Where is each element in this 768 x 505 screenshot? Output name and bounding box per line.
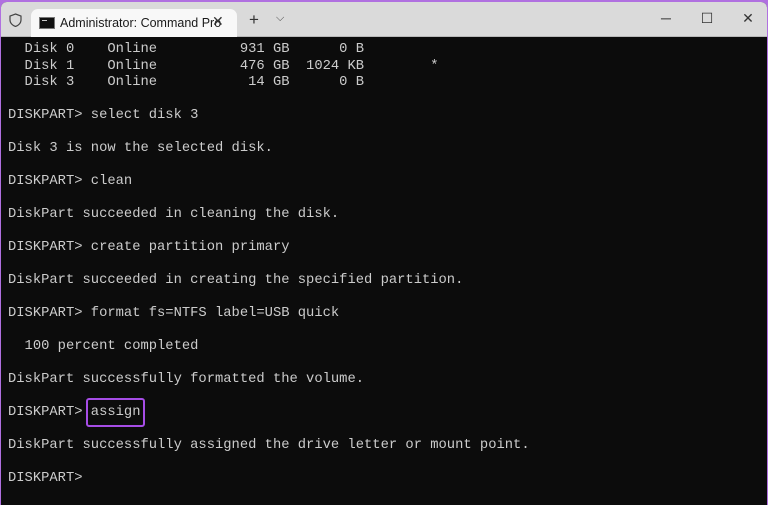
new-tab-button[interactable]: + (249, 10, 259, 30)
highlighted-command: assign (85, 398, 146, 427)
terminal-output[interactable]: Disk 0 Online 931 GB 0 B Disk 1 Online 4… (8, 42, 530, 488)
prompt: DISKPART> (8, 405, 91, 420)
close-tab-icon[interactable]: ✕ (212, 13, 224, 30)
terminal-line: DiskPart successfully assigned the drive… (8, 438, 530, 453)
tab-title: Administrator: Command Pro (60, 16, 222, 30)
terminal-window: Administrator: Command Pro ✕ + ⌵ ─ ☐ ✕ D… (1, 2, 767, 505)
terminal-line: DiskPart successfully formatted the volu… (8, 372, 365, 387)
terminal-line: Disk 3 is now the selected disk. (8, 141, 273, 156)
terminal-line: Disk 1 Online 476 GB 1024 KB * (8, 58, 439, 74)
terminal-line: DiskPart succeeded in cleaning the disk. (8, 207, 340, 222)
minimize-button[interactable]: ─ (656, 10, 676, 26)
tab-command-prompt[interactable]: Administrator: Command Pro ✕ (31, 9, 237, 37)
terminal-icon (39, 17, 55, 29)
terminal-line: 100 percent completed (8, 339, 199, 354)
maximize-button[interactable]: ☐ (697, 10, 717, 27)
title-bar[interactable]: Administrator: Command Pro ✕ + ⌵ ─ ☐ ✕ (1, 2, 767, 37)
chevron-down-icon[interactable]: ⌵ (276, 12, 284, 25)
terminal-line: DISKPART> (8, 471, 91, 486)
close-button[interactable]: ✕ (738, 10, 758, 27)
terminal-line: DISKPART> assign (8, 398, 530, 427)
terminal-line: DiskPart succeeded in creating the speci… (8, 273, 464, 288)
terminal-line: DISKPART> create partition primary (8, 240, 290, 255)
terminal-line: Disk 3 Online 14 GB 0 B (8, 75, 365, 90)
terminal-line: DISKPART> format fs=NTFS label=USB quick (8, 306, 340, 321)
terminal-line: DISKPART> select disk 3 (8, 108, 199, 123)
shield-icon (9, 13, 22, 27)
terminal-line: Disk 0 Online 931 GB 0 B (8, 42, 365, 57)
terminal-line: DISKPART> clean (8, 174, 133, 189)
